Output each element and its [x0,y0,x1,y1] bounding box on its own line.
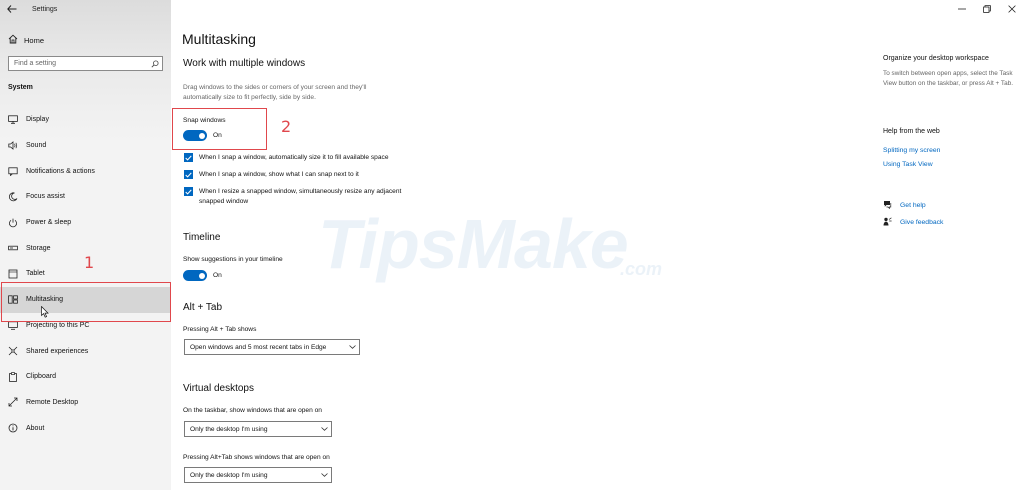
organize-title: Organize your desktop workspace [883,55,989,62]
timeline-toggle[interactable] [183,270,207,281]
sidebar-nav: Display Sound Notifications & actions Fo… [0,107,171,441]
vd-taskbar-dropdown[interactable]: Only the desktop I'm using [184,421,332,437]
checkbox-checked-icon[interactable] [184,187,193,196]
sidebar-item-notifications[interactable]: Notifications & actions [0,158,171,184]
sidebar: Settings Home Find a setting System Disp… [0,0,171,490]
clipboard-icon [8,371,18,382]
annotation-marker-1: 1 [84,253,95,272]
vd-taskbar-label: On the taskbar, show windows that are op… [183,407,322,414]
timeline-toggle-row: On [183,270,222,281]
close-icon[interactable] [1005,3,1019,15]
sidebar-item-sound[interactable]: Sound [0,133,171,159]
sidebar-item-label: Projecting to this PC [26,321,90,329]
snap-option-1[interactable]: When I snap a window, automatically size… [184,153,429,163]
sidebar-item-shared-experiences[interactable]: Shared experiences [0,338,171,364]
timeline-heading: Timeline [183,232,221,243]
sidebar-item-label: About [26,424,45,432]
search-placeholder: Find a setting [14,60,57,67]
page-title: Multitasking [182,31,256,47]
storage-icon [8,243,18,253]
snap-description: Drag windows to the sides or corners of … [183,84,367,101]
tablet-icon [8,269,18,279]
get-help-row[interactable]: Get help [883,196,926,214]
chevron-down-icon [317,473,331,477]
virtual-desktops-heading: Virtual desktops [183,383,254,394]
vd-alttab-dropdown[interactable]: Only the desktop I'm using [184,467,332,483]
sidebar-item-label: Remote Desktop [26,398,79,406]
sidebar-item-label: Power & sleep [26,219,72,227]
checkbox-checked-icon[interactable] [184,170,193,179]
highlight-box-snap-windows [172,108,267,150]
sidebar-item-clipboard[interactable]: Clipboard [0,364,171,390]
checkbox-checked-icon[interactable] [184,153,193,162]
give-feedback-row[interactable]: Give feedback [883,213,943,231]
sidebar-item-label: Notifications & actions [26,167,95,175]
snap-option-label: When I snap a window, show what I can sn… [199,171,359,178]
timeline-state: On [213,272,222,279]
feedback-icon [883,213,892,231]
snap-option-2[interactable]: When I snap a window, show what I can sn… [184,170,429,180]
home-label: Home [24,35,45,45]
back-arrow-icon[interactable] [0,0,24,18]
focus-assist-icon [8,192,18,202]
sidebar-item-remote-desktop[interactable]: Remote Desktop [0,390,171,416]
snap-option-label: When I snap a window, automatically size… [199,154,389,161]
chevron-down-icon [345,345,359,349]
chevron-down-icon [317,427,331,431]
alt-tab-label: Pressing Alt + Tab shows [183,326,257,333]
snap-option-label: When I resize a snapped window, simultan… [199,188,402,205]
app-title: Settings [32,5,58,13]
sidebar-item-label: Display [26,116,49,124]
search-input[interactable]: Find a setting [8,56,163,71]
toggle-knob [198,272,205,279]
help-link-task-view[interactable]: Using Task View [883,161,933,168]
organize-text: To switch between open apps, select the … [883,70,1013,87]
sidebar-item-label: Sound [26,142,47,150]
sidebar-section-title: System [8,84,33,91]
vd-alttab-value: Only the desktop I'm using [190,471,268,479]
display-icon [8,115,18,125]
home-icon [8,31,18,49]
about-icon [8,423,18,433]
sidebar-item-display[interactable]: Display [0,107,171,133]
help-link-splitting[interactable]: Splitting my screen [883,147,940,154]
shared-experiences-icon [8,346,18,356]
restore-icon[interactable] [980,3,994,15]
sidebar-item-about[interactable]: About [0,415,171,441]
sidebar-item-label: Shared experiences [26,347,89,355]
sidebar-item-label: Focus assist [26,193,65,201]
highlight-box-multitasking [1,282,171,322]
get-help-link[interactable]: Get help [900,202,926,209]
search-icon[interactable] [148,60,162,68]
help-title: Help from the web [883,128,940,135]
sidebar-item-label: Clipboard [26,373,56,381]
vd-taskbar-value: Only the desktop I'm using [190,425,268,433]
sidebar-item-power-sleep[interactable]: Power & sleep [0,210,171,236]
sidebar-item-label: Tablet [26,270,45,278]
power-icon [8,218,18,228]
minimize-icon[interactable] [955,3,969,15]
timeline-label: Show suggestions in your timeline [183,256,283,263]
snap-heading: Work with multiple windows [183,58,306,69]
remote-desktop-icon [8,397,18,407]
annotation-marker-2: 2 [281,117,292,136]
get-help-icon [883,196,892,214]
alt-tab-dropdown[interactable]: Open windows and 5 most recent tabs in E… [184,339,360,355]
give-feedback-link[interactable]: Give feedback [900,219,943,226]
snap-option-3[interactable]: When I resize a snapped window, simultan… [184,187,414,206]
sound-icon [8,141,18,151]
vd-alttab-label: Pressing Alt+Tab shows windows that are … [183,454,330,461]
alt-tab-value: Open windows and 5 most recent tabs in E… [190,343,327,351]
main-content: Multitasking Work with multiple windows … [171,0,871,490]
alt-tab-heading: Alt + Tab [183,302,223,313]
sidebar-item-label: Storage [26,244,51,252]
title-bar: Settings [0,0,171,18]
sidebar-item-home[interactable]: Home [0,31,171,49]
sidebar-item-focus-assist[interactable]: Focus assist [0,184,171,210]
notifications-icon [8,166,18,176]
